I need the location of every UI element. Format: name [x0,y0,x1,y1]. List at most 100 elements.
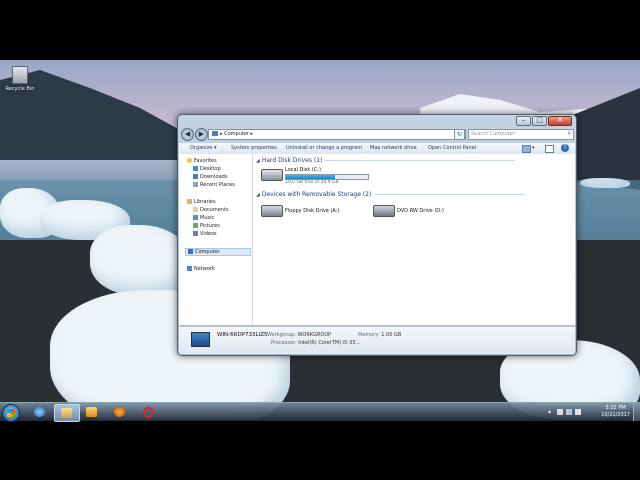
taskbar-opera[interactable] [136,404,160,420]
view-dropdown-icon[interactable]: ▾ [532,143,535,154]
minimize-button[interactable]: – [516,116,531,126]
taskbar: ▴ 5:32 PM 10/21/2017 [0,402,640,422]
taskbar-firefox[interactable] [108,404,132,420]
help-icon[interactable]: ? [561,144,569,152]
nav-desktop[interactable]: Desktop [193,166,221,172]
refresh-button[interactable]: ↻ [454,129,465,140]
preview-pane-icon[interactable] [545,145,554,153]
music-icon [193,215,198,220]
documents-icon [193,207,198,212]
windows-logo-icon [7,409,15,417]
firefox-icon [114,407,125,417]
content-pane[interactable]: ◢ Hard Disk Drives (1) Local Disk (C:) 10… [253,154,575,325]
nav-music[interactable]: Music [193,215,214,221]
search-icon[interactable]: ⚲ [567,130,571,139]
libraries-icon [187,199,192,204]
divider [374,194,525,195]
navigation-pane[interactable]: Favorites Desktop Downloads Recent Place… [179,154,253,325]
processor-row: Processor: Intel(R) Core(TM) i5-33... [271,340,361,346]
computer-name: WIN-6RDP733LIZ5 [217,332,268,338]
maximize-button[interactable]: □ [532,116,547,126]
computer-icon [191,332,210,347]
action-center-icon[interactable] [557,409,563,415]
search-input[interactable]: Search Computer ⚲ [468,129,574,140]
details-pane: WIN-6RDP733LIZ5 Workgroup: WORKGROUP Mem… [179,326,575,354]
back-button[interactable]: ◀ [181,128,194,141]
system-properties-button[interactable]: System properties [231,143,277,154]
workgroup-row: Workgroup: WORKGROUP [267,332,332,338]
nav-favorites[interactable]: Favorites [187,158,217,164]
drive-name: Local Disk (C:) [285,167,321,173]
clock-time: 5:32 PM [605,405,626,411]
taskbar-file-explorer[interactable] [54,404,80,422]
dvd-drive-icon [373,205,395,217]
uninstall-program-button[interactable]: Uninstall or change a program [286,143,362,154]
collapse-chevron-icon[interactable]: ◢ [256,192,260,198]
search-placeholder: Search Computer [471,131,515,137]
memory-row: Memory: 1.00 GB [358,332,402,338]
drive-free-space: 10.0 GB free of 24.9 GB [285,180,339,185]
network-tray-icon[interactable] [566,409,572,415]
computer-icon [188,249,193,254]
forward-button[interactable]: ▶ [195,128,208,141]
opera-icon [143,407,154,418]
group-header-hard-disk-drives[interactable]: ◢ Hard Disk Drives (1) [256,157,516,164]
organize-button[interactable]: Organize ▾ [190,143,217,154]
notification-area: ▴ 5:32 PM 10/21/2017 [540,403,640,421]
desktop-icon-label: Recycle Bin [5,86,35,92]
address-path[interactable]: Computer [224,131,249,137]
ice-block [580,178,630,188]
drive-dvd-d[interactable]: DVD RW Drive (D:) [373,203,463,221]
close-button[interactable]: ✕ [548,116,572,126]
nav-pictures[interactable]: Pictures [193,223,220,229]
media-player-icon [86,407,97,417]
nav-network[interactable]: Network [187,266,215,272]
desktop-icon [193,166,198,171]
nav-documents[interactable]: Documents [193,207,229,213]
drive-name: DVD RW Drive (D:) [397,208,444,214]
nav-downloads[interactable]: Downloads [193,174,227,180]
computer-icon [212,131,218,136]
drive-name: Floppy Disk Drive (A:) [285,208,340,214]
caption-buttons: – □ ✕ [515,116,572,126]
desktop-icon-recycle-bin[interactable]: Recycle Bin [2,66,38,92]
taskbar-media-player[interactable] [80,404,104,420]
nav-recent-places[interactable]: Recent Places [193,182,235,188]
volume-icon[interactable] [575,409,581,415]
internet-explorer-icon [34,407,45,417]
collapse-chevron-icon[interactable]: ◢ [256,158,260,164]
nav-buttons: ◀ ▶ [181,128,209,141]
start-button[interactable] [2,404,20,422]
pictures-icon [193,223,198,228]
open-control-panel-button[interactable]: Open Control Panel [428,143,476,154]
address-arrow: ▸ [248,131,254,137]
nav-videos[interactable]: Videos [193,231,217,237]
map-network-drive-button[interactable]: Map network drive [370,143,417,154]
divider [325,160,516,161]
address-bar[interactable]: ▸ Computer ▸ ▾ [208,129,466,140]
nav-libraries[interactable]: Libraries [187,199,216,205]
maximize-icon: □ [536,116,543,124]
group-header-removable-storage[interactable]: ◢ Devices with Removable Storage (2) [256,191,525,198]
clock[interactable]: 5:32 PM 10/21/2017 [601,405,630,419]
file-explorer-icon [61,408,72,418]
show-desktop-button[interactable] [633,403,640,421]
drive-floppy-a[interactable]: Floppy Disk Drive (A:) [261,203,351,221]
ice-block [90,225,190,295]
recent-places-icon [193,182,198,187]
close-icon: ✕ [557,116,563,124]
minimize-icon: – [521,116,526,124]
floppy-drive-icon [261,205,283,217]
taskbar-internet-explorer[interactable] [28,404,52,420]
show-hidden-icons[interactable]: ▴ [548,408,554,415]
drive-local-disk-c[interactable]: Local Disk (C:) 10.0 GB free of 24.9 GB [261,167,381,189]
title-bar[interactable]: – □ ✕ [178,115,576,127]
star-icon [187,158,192,163]
hard-drive-icon [261,169,283,181]
explorer-window[interactable]: – □ ✕ ◀ ▶ ▸ Computer ▸ ▾ ↻ Search Comput… [177,114,577,356]
recycle-bin-icon [12,66,28,84]
change-view-icon[interactable] [522,145,531,153]
videos-icon [193,231,198,236]
clock-date: 10/21/2017 [601,412,630,418]
nav-computer[interactable]: Computer [185,248,251,256]
